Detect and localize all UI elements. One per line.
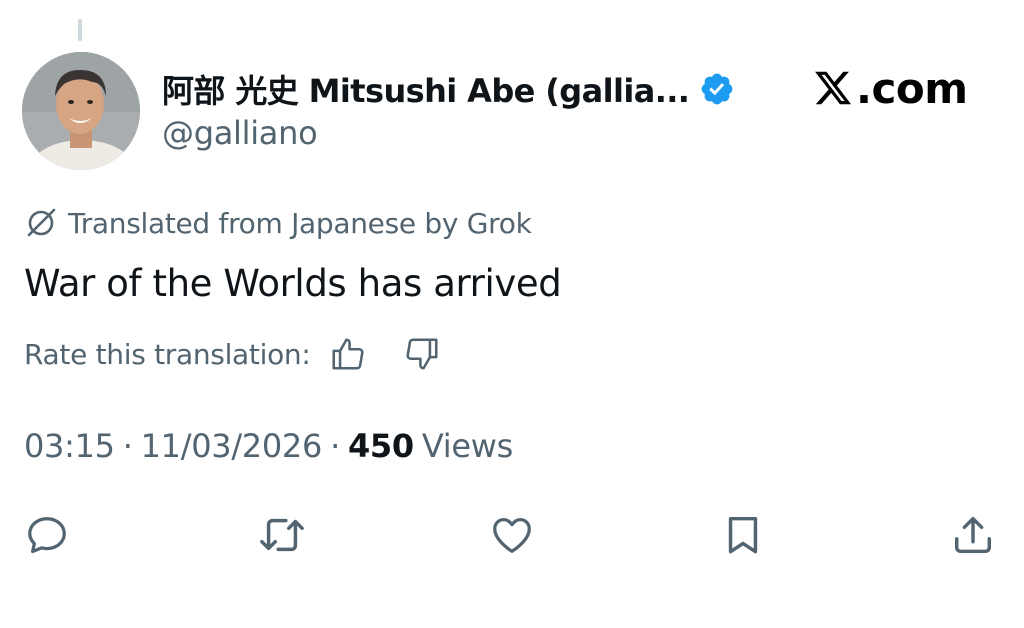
watermark: .com	[812, 60, 968, 116]
timestamp-date[interactable]: 11/03/2026	[141, 427, 323, 465]
x-logo-icon	[815, 71, 852, 105]
thumbs-down-button[interactable]	[402, 334, 442, 374]
tweet-action-bar	[0, 510, 1024, 560]
heart-icon	[493, 518, 531, 553]
views-count: 450	[347, 427, 414, 465]
reply-icon	[28, 517, 66, 554]
meta-separator: ·	[330, 427, 340, 465]
thumbs-up-icon	[332, 338, 365, 370]
grok-slash-icon	[24, 206, 58, 240]
avatar[interactable]	[22, 52, 140, 170]
repost-button[interactable]	[257, 510, 307, 560]
meta-separator: ·	[122, 427, 133, 465]
rate-translation-label: Rate this translation:	[24, 337, 311, 371]
author-handle[interactable]: @galliano	[162, 114, 318, 152]
author-row: 阿部 光史 Mitsushi Abe (gallia...	[162, 64, 735, 114]
repost-icon	[260, 518, 304, 552]
author-display-name[interactable]: 阿部 光史 Mitsushi Abe (gallia...	[162, 66, 690, 112]
like-button[interactable]	[487, 510, 537, 560]
translation-notice-text: Translated from Japanese by Grok	[68, 206, 532, 240]
tweet-meta: 03:15 · 11/03/2026 · 450 Views	[24, 424, 513, 468]
share-icon	[954, 516, 992, 554]
views-label: Views	[421, 427, 513, 465]
tweet-text: War of the Worlds has arrived	[24, 262, 562, 305]
thumbs-down-icon	[406, 338, 439, 370]
watermark-text: .com	[856, 63, 968, 113]
timestamp-time[interactable]: 03:15	[24, 427, 115, 465]
reply-button[interactable]	[22, 510, 72, 560]
verified-badge-icon	[699, 71, 735, 107]
bookmark-icon	[728, 516, 758, 554]
bookmark-button[interactable]	[718, 510, 768, 560]
translation-notice: Translated from Japanese by Grok	[24, 203, 532, 243]
thumbs-up-button[interactable]	[328, 334, 368, 374]
thread-connector-line	[78, 19, 82, 41]
avatar-image	[22, 52, 140, 170]
share-button[interactable]	[948, 510, 998, 560]
rate-translation-row: Rate this translation:	[24, 334, 442, 374]
